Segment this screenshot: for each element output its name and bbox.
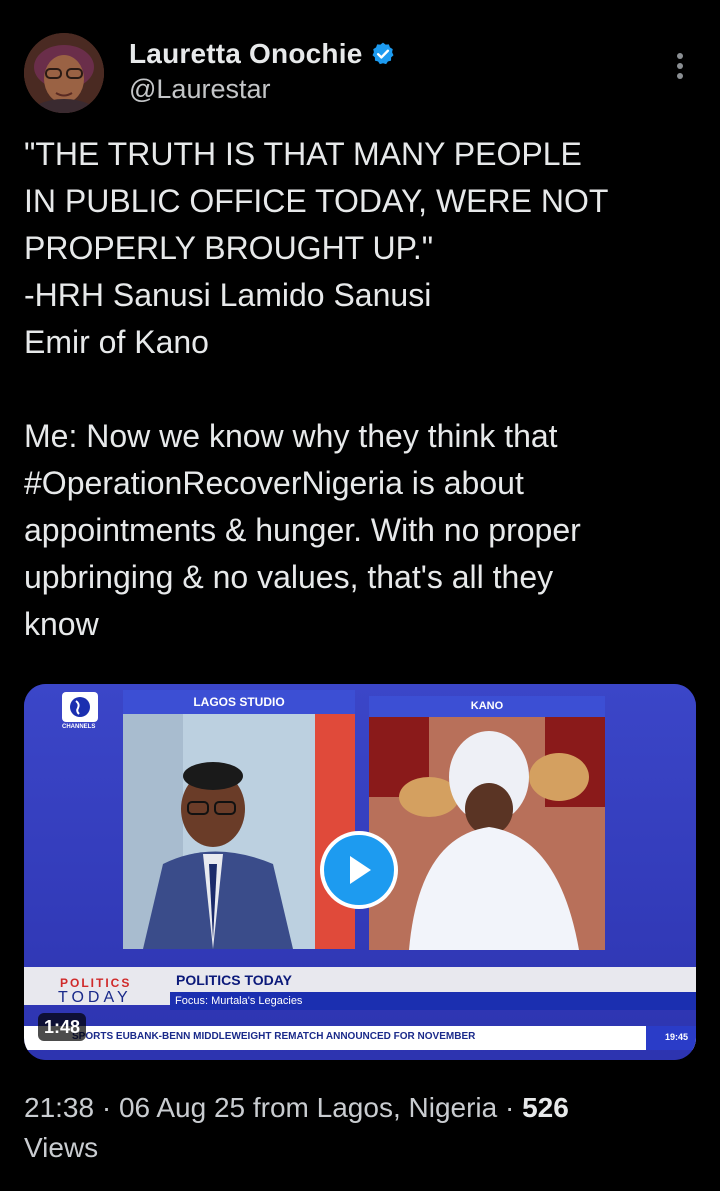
- separator: ·: [505, 1092, 523, 1123]
- video-duration: 1:48: [38, 1013, 87, 1041]
- views-count: 526: [522, 1092, 569, 1123]
- show-tag-today: TODAY: [58, 989, 132, 1006]
- author-name[interactable]: Lauretta Onochie: [129, 38, 362, 70]
- views-label: Views: [24, 1132, 99, 1163]
- verified-badge-icon: [372, 42, 394, 65]
- play-button[interactable]: [320, 831, 398, 909]
- tweet-text: "THE TRUTH IS THAT MANY PEOPLE IN PUBLIC…: [24, 136, 609, 642]
- lagos-studio-label: LAGOS STUDIO: [123, 690, 355, 714]
- tweet-date[interactable]: 06 Aug 25: [119, 1092, 245, 1123]
- tweet-meta: 21:38 · 06 Aug 25 from Lagos, Nigeria · …: [24, 1088, 704, 1168]
- ticker-text: SPORTS EUBANK-BENN MIDDLEWEIGHT REMATCH …: [72, 1031, 476, 1042]
- show-title: POLITICS TODAY: [176, 972, 292, 988]
- lagos-studio-panel: [123, 714, 355, 949]
- channel-logo-text: CHANNELS: [62, 724, 96, 730]
- show-focus: Focus: Murtala's Legacies: [170, 992, 696, 1010]
- author-name-row: Lauretta Onochie: [129, 38, 396, 70]
- ticker-time: 19:45: [665, 1032, 689, 1042]
- video-player[interactable]: CHANNELS LAGOS STUDIO KANO POLITICS TODA: [24, 684, 696, 1060]
- separator: ·: [101, 1092, 119, 1123]
- author-handle[interactable]: @Laurestar: [129, 74, 270, 105]
- avatar-image: [24, 33, 104, 113]
- tweet-time[interactable]: 21:38: [24, 1092, 94, 1123]
- avatar[interactable]: [24, 33, 104, 113]
- kano-label: KANO: [369, 696, 605, 717]
- show-tag-politics: POLITICS: [60, 976, 132, 990]
- tweet-location: from Lagos, Nigeria: [252, 1092, 498, 1123]
- more-options-icon[interactable]: [666, 48, 694, 84]
- kano-panel: [369, 717, 605, 950]
- play-icon: [350, 856, 371, 884]
